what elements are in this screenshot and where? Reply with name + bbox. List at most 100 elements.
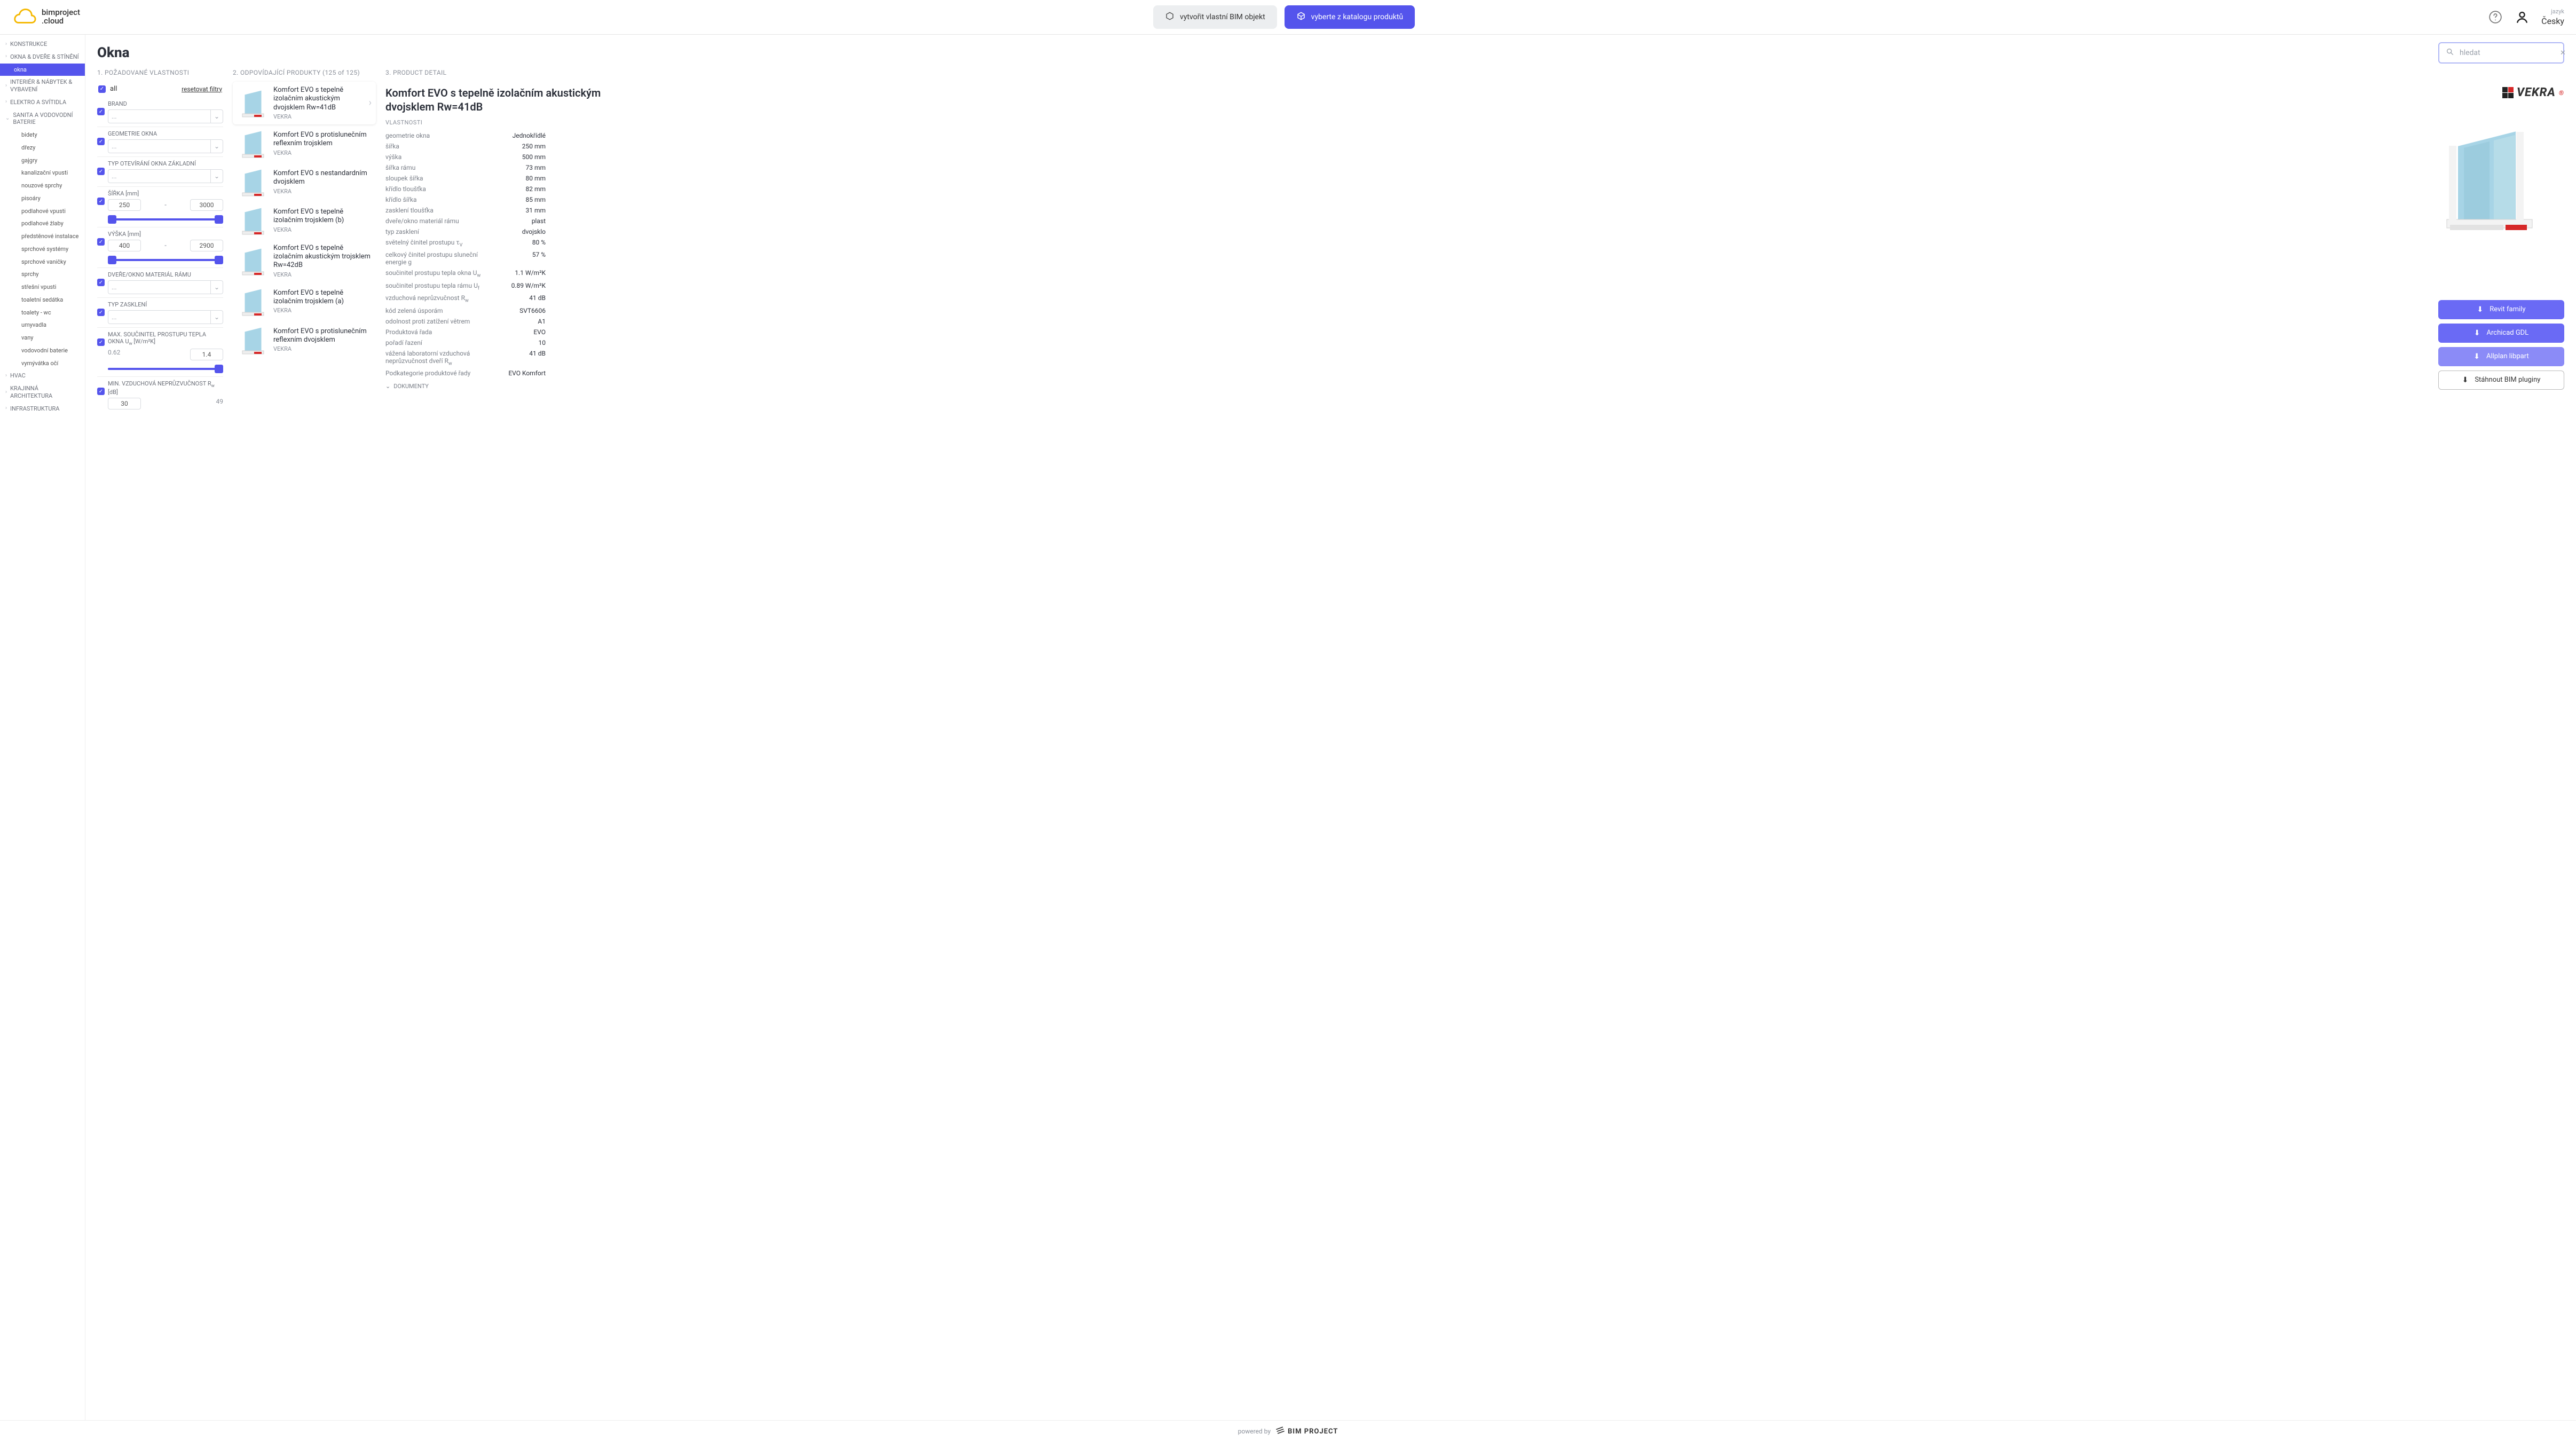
chevron-right-icon: › xyxy=(5,83,7,90)
property-value: 57 % xyxy=(532,251,546,258)
checkbox-all[interactable]: ✓ xyxy=(98,85,106,93)
sidebar-subitem[interactable]: vymývátka očí xyxy=(0,357,85,370)
product-name: Komfort EVO s nestandardním dvojsklem xyxy=(273,169,371,187)
chevron-right-icon: › xyxy=(5,389,7,396)
reset-filters-link[interactable]: resetovat filtry xyxy=(182,85,222,93)
product-card[interactable]: Komfort EVO s tepelně izolačním trojskle… xyxy=(233,282,376,321)
property-value: 80 % xyxy=(532,239,546,246)
sidebar-item[interactable]: ›KONSTRUKCE xyxy=(0,38,85,51)
chevron-down-icon: ⌄ xyxy=(214,113,219,120)
filter-select[interactable]: ...⌄ xyxy=(108,169,223,183)
property-value: 10 xyxy=(539,339,546,346)
range-min-input[interactable] xyxy=(108,199,141,211)
download-button[interactable]: ⬇Revit family xyxy=(2438,300,2564,319)
download-button[interactable]: ⬇Stáhnout BIM pluginy xyxy=(2438,371,2564,390)
product-thumb xyxy=(238,129,268,159)
sidebar-subitem[interactable]: dřezy xyxy=(0,141,85,154)
sidebar-subitem[interactable]: kanalizační vpusti xyxy=(0,167,85,179)
sidebar-subitem[interactable]: podlahové vpusti xyxy=(0,205,85,218)
sidebar-subitem[interactable]: sprchy xyxy=(0,268,85,281)
sidebar-item[interactable]: ›OKNA & DVEŘE & STÍNĚNÍ xyxy=(0,51,85,64)
language-selector[interactable]: jazyk Česky xyxy=(2541,8,2564,26)
filter-checkbox[interactable]: ✓ xyxy=(97,279,105,286)
range-min-input[interactable] xyxy=(108,240,141,251)
filter-checkbox[interactable]: ✓ xyxy=(97,108,105,115)
property-row: šířka rámu73 mm xyxy=(385,162,546,173)
range-slider[interactable] xyxy=(108,365,223,373)
product-card[interactable]: Komfort EVO s protislunečním reflexním t… xyxy=(233,124,376,163)
cube-outline-icon xyxy=(1296,11,1306,23)
range-min-input[interactable] xyxy=(108,398,141,409)
sidebar-subitem[interactable]: nouzové sprchy xyxy=(0,179,85,192)
search-input[interactable] xyxy=(2460,49,2555,57)
clear-search-icon[interactable]: ✕ xyxy=(2560,49,2566,57)
property-value: plast xyxy=(532,217,546,225)
tab-create-bim[interactable]: vytvořit vlastní BIM objekt xyxy=(1153,5,1277,29)
filter-checkbox[interactable]: ✓ xyxy=(97,138,105,145)
sidebar-subitem[interactable]: sprchové systémy xyxy=(0,243,85,256)
download-button[interactable]: ⬇Allplan libpart xyxy=(2438,347,2564,366)
product-card[interactable]: Komfort EVO s tepelně izolačním akustick… xyxy=(233,240,376,282)
range-slider[interactable] xyxy=(108,256,223,264)
filter-group: ✓VÝŠKA [mm]- xyxy=(97,227,223,267)
range-max-input[interactable] xyxy=(190,349,223,360)
documents-toggle[interactable]: ⌄ DOKUMENTY xyxy=(385,379,546,390)
sidebar-subitem[interactable]: podlahové žlaby xyxy=(0,217,85,230)
product-card[interactable]: Komfort EVO s nestandardním dvojsklemVEK… xyxy=(233,163,376,201)
sidebar-subitem[interactable]: toaletní sedátka xyxy=(0,294,85,306)
filter-select[interactable]: ...⌄ xyxy=(108,109,223,123)
range-max-input[interactable] xyxy=(190,240,223,251)
property-key: Podkategorie produktové řady xyxy=(385,369,470,377)
sidebar-subitem[interactable]: gajgry xyxy=(0,154,85,167)
range-max-input[interactable] xyxy=(190,199,223,211)
sidebar-item-label: KRAJINNÁ ARCHITEKTURA xyxy=(10,385,80,400)
property-value: 80 mm xyxy=(525,175,546,182)
filter-select[interactable]: ...⌄ xyxy=(108,139,223,153)
filter-select[interactable]: ...⌄ xyxy=(108,280,223,294)
tab-catalog[interactable]: vyberte z katalogu produktů xyxy=(1285,5,1415,29)
sidebar-subitem[interactable]: vodovodní baterie xyxy=(0,344,85,357)
sidebar-subitem[interactable]: sprchové vaničky xyxy=(0,256,85,269)
sidebar-item[interactable]: ›HVAC xyxy=(0,369,85,382)
sidebar-item-okna[interactable]: okna xyxy=(0,64,85,76)
property-key: křídlo tloušťka xyxy=(385,185,426,193)
help-icon[interactable] xyxy=(2488,10,2503,25)
sidebar-item[interactable]: ⌄SANITA A VODOVODNÍ BATERIE xyxy=(0,109,85,129)
sidebar-subitem[interactable]: pisoáry xyxy=(0,192,85,205)
search-box[interactable]: ✕ xyxy=(2438,42,2564,64)
sidebar-subitem[interactable]: předstěnové instalace xyxy=(0,230,85,243)
chevron-down-icon: ⌄ xyxy=(5,115,10,122)
sidebar-item[interactable]: ›ELEKTRO A SVÍTIDLA xyxy=(0,96,85,109)
sidebar-item[interactable]: ›INFRASTRUKTURA xyxy=(0,403,85,415)
logo[interactable]: bimproject.cloud xyxy=(12,6,80,28)
filter-checkbox[interactable]: ✓ xyxy=(97,388,105,395)
sidebar-subitem[interactable]: toalety - wc xyxy=(0,306,85,319)
filters-header: 1. POŽADOVANÉ VLASTNOSTI xyxy=(97,69,223,76)
sidebar-subitem[interactable]: střešní vpusti xyxy=(0,281,85,294)
header-tabs: vytvořit vlastní BIM objekt vyberte z ka… xyxy=(80,5,2488,29)
product-card[interactable]: Komfort EVO s tepelně izolačním akustick… xyxy=(233,82,376,124)
filter-checkbox[interactable]: ✓ xyxy=(97,238,105,246)
user-icon[interactable] xyxy=(2515,10,2530,25)
filter-group: ✓BRAND...⌄ xyxy=(97,97,223,127)
sidebar-subitem[interactable]: umyvadla xyxy=(0,319,85,332)
sidebar-subitem[interactable]: bidety xyxy=(0,129,85,141)
filter-checkbox[interactable]: ✓ xyxy=(97,168,105,175)
product-thumb xyxy=(238,206,268,235)
filter-checkbox[interactable]: ✓ xyxy=(97,338,105,346)
sidebar-item[interactable]: ›INTERIÉR & NÁBYTEK & VYBAVENÍ xyxy=(0,76,85,96)
detail-title: Komfort EVO s tepelně izolačním akustick… xyxy=(385,86,631,114)
filter-checkbox[interactable]: ✓ xyxy=(97,198,105,205)
sidebar-subitem[interactable]: vany xyxy=(0,332,85,344)
filter-select[interactable]: ...⌄ xyxy=(108,310,223,324)
product-card[interactable]: Komfort EVO s protislunečním reflexním d… xyxy=(233,321,376,359)
range-slider[interactable] xyxy=(108,215,223,224)
property-value: EVO Komfort xyxy=(508,369,546,377)
filter-group: ✓MIN. VZDUCHOVÁ NEPRŮZVUČNOST Rw [dB]49 xyxy=(97,376,223,413)
sidebar-item[interactable]: ›KRAJINNÁ ARCHITEKTURA xyxy=(0,382,85,403)
download-button[interactable]: ⬇Archicad GDL xyxy=(2438,324,2564,343)
product-card[interactable]: Komfort EVO s tepelně izolačním trojskle… xyxy=(233,201,376,240)
product-name: Komfort EVO s tepelně izolačním trojskle… xyxy=(273,208,371,225)
footer-logo: BIM PROJECT xyxy=(1276,1426,1338,1437)
filter-checkbox[interactable]: ✓ xyxy=(97,309,105,316)
